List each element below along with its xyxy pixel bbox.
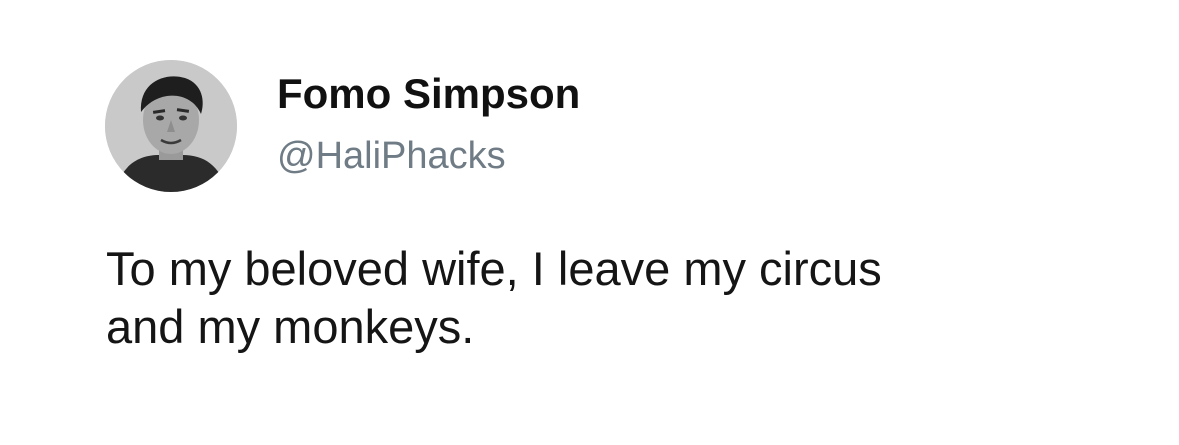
author-display-name[interactable]: Fomo Simpson [277,70,580,118]
tweet-text-line: and my monkeys. [106,300,475,353]
avatar[interactable] [105,60,237,192]
profile-photo-icon [105,60,237,192]
tweet-text: To my beloved wife, I leave my circus an… [106,240,1106,356]
tweet-text-line: To my beloved wife, I leave my circus [106,242,882,295]
author-handle[interactable]: @HaliPhacks [277,134,506,178]
tweet-card: Fomo Simpson @HaliPhacks To my beloved w… [0,0,1179,445]
